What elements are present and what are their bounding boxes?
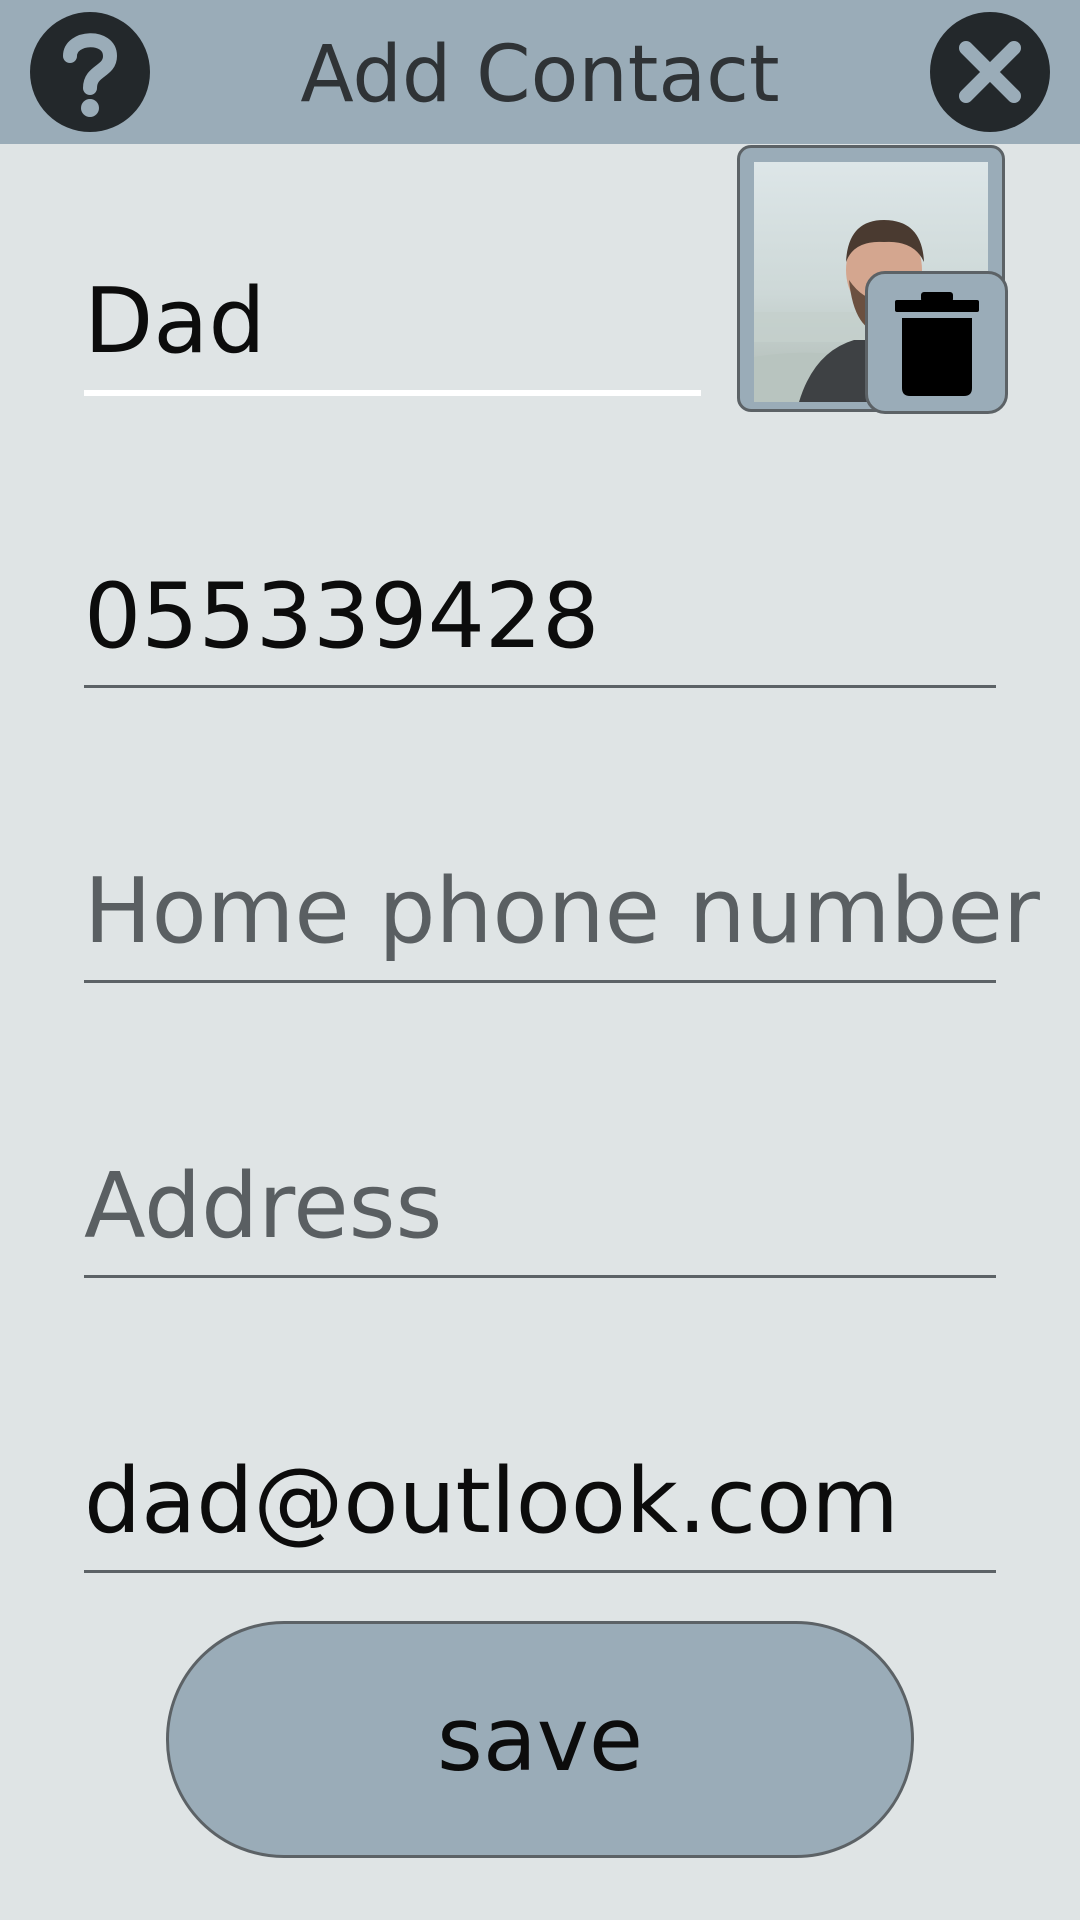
- address-placeholder: Address: [84, 1154, 443, 1259]
- save-button-label: save: [437, 1688, 643, 1791]
- email-field[interactable]: dad@outlook.com: [84, 1430, 996, 1573]
- email-value: dad@outlook.com: [84, 1449, 899, 1554]
- name-value: Dad: [84, 269, 266, 374]
- app-header: Add Contact: [0, 0, 1080, 144]
- page-title: Add Contact: [300, 30, 780, 120]
- name-field[interactable]: Dad: [84, 250, 701, 396]
- close-button[interactable]: [930, 12, 1050, 132]
- trash-icon: [894, 291, 979, 396]
- mobile-phone-field[interactable]: 055339428: [84, 545, 996, 688]
- save-button[interactable]: save: [166, 1621, 914, 1858]
- delete-photo-button[interactable]: [865, 271, 1008, 414]
- address-field[interactable]: Address: [84, 1135, 996, 1278]
- close-icon: [959, 41, 1021, 103]
- home-phone-field[interactable]: Home phone number: [84, 840, 1040, 983]
- home-phone-placeholder: Home phone number: [84, 859, 1040, 964]
- mobile-phone-value: 055339428: [84, 564, 600, 669]
